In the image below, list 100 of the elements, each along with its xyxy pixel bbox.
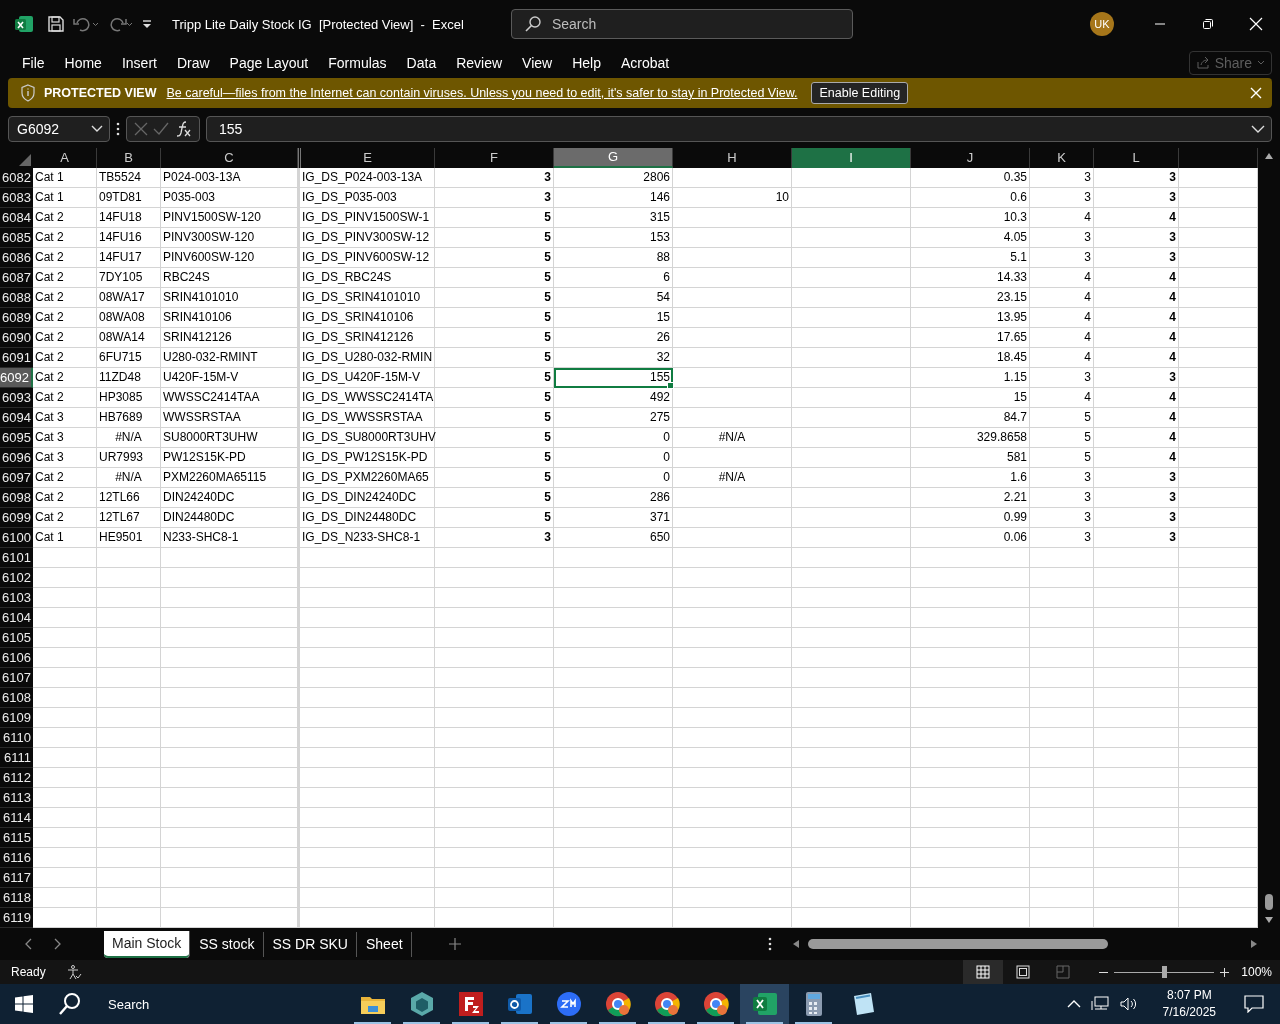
row-header[interactable]: 6118 xyxy=(0,887,33,908)
next-sheet-icon[interactable] xyxy=(54,938,62,951)
column-header[interactable]: L xyxy=(1094,147,1179,168)
row-header[interactable]: 6096 xyxy=(0,447,33,468)
row-header[interactable]: 6103 xyxy=(0,587,33,608)
row-header[interactable]: 6093 xyxy=(0,387,33,408)
scroll-down-icon[interactable] xyxy=(1264,916,1274,925)
scroll-left-icon[interactable] xyxy=(792,939,800,950)
windows-start-icon[interactable] xyxy=(15,995,33,1013)
network-icon[interactable] xyxy=(1090,996,1109,1012)
cancel-icon[interactable] xyxy=(133,121,148,136)
row-header[interactable]: 6082 xyxy=(0,167,33,188)
row-header[interactable]: 6099 xyxy=(0,507,33,528)
ribbon-tab[interactable]: Help xyxy=(562,54,611,71)
row-header[interactable]: 6114 xyxy=(0,807,33,828)
column-header[interactable]: C xyxy=(161,147,298,168)
normal-view-icon[interactable] xyxy=(976,965,991,979)
row-header[interactable]: 6083 xyxy=(0,187,33,208)
close-icon[interactable] xyxy=(1250,86,1262,99)
previous-sheet-icon[interactable] xyxy=(24,938,32,951)
column-header[interactable]: I xyxy=(792,147,911,168)
column-header[interactable]: E xyxy=(298,147,435,168)
search-field[interactable]: Search xyxy=(510,9,853,39)
ribbon-tab[interactable]: Formulas xyxy=(318,54,397,71)
row-header[interactable]: 6097 xyxy=(0,467,33,488)
row-header[interactable]: 6086 xyxy=(0,247,33,268)
zoom-level[interactable]: 100% xyxy=(1241,965,1272,979)
name-box[interactable]: G6092 xyxy=(8,115,110,142)
row-header[interactable]: 6091 xyxy=(0,347,33,368)
volume-icon[interactable] xyxy=(1118,996,1139,1012)
column-header[interactable]: G xyxy=(554,147,673,168)
accessibility-icon[interactable] xyxy=(65,964,82,980)
row-header[interactable]: 6109 xyxy=(0,707,33,728)
ribbon-tab[interactable]: File xyxy=(12,54,55,71)
scrollbar-thumb[interactable] xyxy=(1265,894,1273,911)
column-header[interactable]: J xyxy=(911,147,1030,168)
clock-date[interactable]: 7/16/2025 xyxy=(1162,1004,1216,1021)
user-avatar[interactable]: UK xyxy=(1090,12,1114,36)
row-header[interactable]: 6102 xyxy=(0,567,33,588)
ribbon-tab[interactable]: Draw xyxy=(166,54,220,71)
row-header[interactable]: 6116 xyxy=(0,847,33,868)
sheet-tab[interactable]: Main Stock xyxy=(104,930,191,958)
column-header[interactable]: A xyxy=(33,147,97,168)
column-header[interactable]: H xyxy=(673,147,792,168)
sheet-tab[interactable]: Sheet xyxy=(357,931,412,957)
row-header[interactable]: 6100 xyxy=(0,527,33,548)
ribbon-tab[interactable]: View xyxy=(512,54,563,71)
insert-function-icon[interactable] xyxy=(174,120,193,137)
row-header[interactable]: 6111 xyxy=(0,747,33,768)
row-header[interactable]: 6087 xyxy=(0,267,33,288)
row-header[interactable]: 6098 xyxy=(0,487,33,508)
warning-link[interactable]: Be careful—files from the Internet can contain viruses. Unless you need to edit, it's safer to stay in Protected View. xyxy=(166,85,798,100)
zoom-in-icon[interactable] xyxy=(1220,967,1230,977)
column-header[interactable]: K xyxy=(1030,147,1094,168)
enter-icon[interactable] xyxy=(153,121,169,136)
row-header[interactable]: 6090 xyxy=(0,327,33,348)
row-header[interactable]: 6106 xyxy=(0,647,33,668)
row-header[interactable]: 6088 xyxy=(0,287,33,308)
row-header[interactable]: 6089 xyxy=(0,307,33,328)
row-header[interactable]: 6113 xyxy=(0,787,33,808)
ribbon-tab[interactable]: Page Layout xyxy=(219,54,319,71)
row-header[interactable]: 6104 xyxy=(0,607,33,628)
page-layout-icon[interactable] xyxy=(1016,965,1031,979)
row-header[interactable]: 6107 xyxy=(0,667,33,688)
ribbon-tab[interactable]: Review xyxy=(446,54,513,71)
row-header[interactable]: 6095 xyxy=(0,427,33,448)
row-header[interactable]: 6117 xyxy=(0,867,33,888)
row-header[interactable]: 6110 xyxy=(0,727,33,748)
ribbon-tab[interactable]: Home xyxy=(54,54,112,71)
row-header[interactable]: 6112 xyxy=(0,767,33,788)
expand-icon[interactable] xyxy=(1251,124,1265,133)
select-all-icon[interactable] xyxy=(19,153,31,166)
formula-field[interactable]: 155 xyxy=(206,115,1272,142)
scroll-up-icon[interactable] xyxy=(1264,151,1274,160)
row-header[interactable]: 6101 xyxy=(0,547,33,568)
chevron-up-icon[interactable] xyxy=(1066,999,1081,1009)
sheet-tab[interactable]: SS DR SKU xyxy=(264,931,357,957)
sheet-tab[interactable]: SS stock xyxy=(191,931,264,957)
row-header[interactable]: 6119 xyxy=(0,907,33,928)
row-header[interactable]: 6094 xyxy=(0,407,33,428)
row-header[interactable]: 6108 xyxy=(0,687,33,708)
taskbar-search[interactable]: Search xyxy=(58,992,348,1016)
enable-editing-button[interactable]: Enable Editing xyxy=(811,81,909,104)
clock-time[interactable]: 8:07 PM xyxy=(1166,987,1212,1004)
ribbon-tab[interactable]: Acrobat xyxy=(610,54,680,71)
save-icon[interactable] xyxy=(46,14,66,34)
row-header[interactable]: 6092 xyxy=(0,367,33,388)
scroll-right-icon[interactable] xyxy=(1250,939,1258,950)
ribbon-tab[interactable]: Insert xyxy=(111,54,167,71)
row-header[interactable]: 6084 xyxy=(0,207,33,228)
notification-icon[interactable] xyxy=(1244,995,1264,1013)
active-cell[interactable]: 155 xyxy=(554,367,673,388)
column-header[interactable]: B xyxy=(97,147,161,168)
column-header[interactable]: F xyxy=(435,147,554,168)
more-icon[interactable] xyxy=(116,121,120,136)
row-header[interactable]: 6085 xyxy=(0,227,33,248)
add-sheet-icon[interactable] xyxy=(448,938,461,951)
more-icon[interactable] xyxy=(768,937,772,952)
ribbon-tab[interactable]: Data xyxy=(396,54,447,71)
row-header[interactable]: 6115 xyxy=(0,827,33,848)
